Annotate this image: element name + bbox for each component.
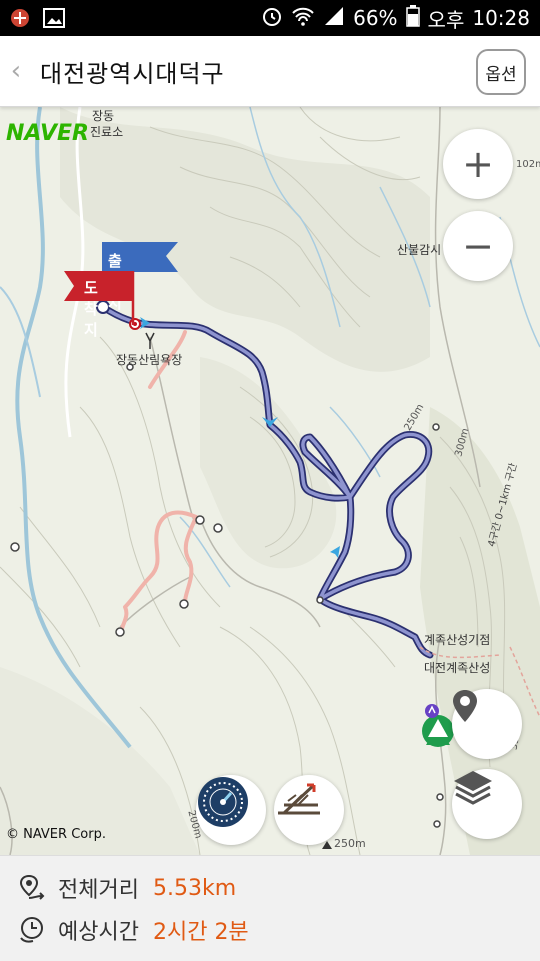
app-notification-icon bbox=[8, 7, 32, 29]
time-row: 예상시간 2시간 2분 bbox=[18, 914, 249, 946]
title-bar: ‹ 대전광역시대덕구 옵션 bbox=[0, 36, 540, 107]
location-pin-icon bbox=[453, 690, 477, 722]
layers-icon bbox=[454, 771, 492, 805]
options-button[interactable]: 옵션 bbox=[476, 49, 526, 95]
zoom-out-button[interactable]: − bbox=[443, 211, 513, 281]
map-view[interactable]: NAVER 장동 진료소 장동산림욕장 산불감시 계족산성기점 대전계족산성 1… bbox=[0, 107, 540, 855]
back-button[interactable]: ‹ bbox=[2, 36, 30, 106]
chevron-left-icon: ‹ bbox=[10, 56, 22, 86]
distance-label: 전체거리 bbox=[58, 878, 139, 903]
status-bar: 66% 오후 10:28 bbox=[0, 0, 540, 36]
battery-percent: 66% bbox=[353, 6, 398, 30]
minus-icon: − bbox=[462, 224, 494, 268]
map-label-forest: 장동산림욕장 bbox=[116, 353, 183, 367]
speed-button[interactable] bbox=[196, 775, 266, 845]
distance-value: 5.53km bbox=[152, 875, 237, 901]
map-label-sanbul: 산불감시 bbox=[397, 243, 442, 257]
signal-icon bbox=[323, 6, 345, 31]
elevation-profile-button[interactable] bbox=[274, 775, 344, 845]
map-label-jangdong: 장동 bbox=[92, 109, 115, 123]
zoom-in-button[interactable]: + bbox=[443, 129, 513, 199]
map-label-fortress: 대전계족산성 bbox=[424, 661, 491, 675]
elevation-250-b: 250m bbox=[334, 837, 366, 850]
map-label-fortress-start: 계족산성기점 bbox=[424, 633, 491, 647]
distance-row: 전체거리 5.53km bbox=[18, 872, 236, 904]
speedometer-icon bbox=[198, 777, 248, 827]
time-value: 2시간 2분 bbox=[152, 920, 249, 945]
gallery-notification-icon bbox=[42, 7, 66, 29]
elevation-102: 102m bbox=[516, 159, 540, 170]
route-summary-panel: 전체거리 5.53km 예상시간 2시간 2분 bbox=[0, 855, 540, 961]
route-distance-icon bbox=[18, 873, 48, 903]
plus-icon: + bbox=[462, 142, 494, 186]
wifi-icon bbox=[291, 6, 315, 31]
elevation-chart-icon bbox=[278, 783, 320, 815]
time-label: 예상시간 bbox=[58, 920, 139, 945]
map-layers-button[interactable] bbox=[452, 769, 522, 839]
naver-logo: NAVER bbox=[6, 121, 89, 146]
alarm-icon bbox=[261, 5, 283, 32]
end-flag-label: 도착지 bbox=[84, 279, 98, 339]
clock-time: 10:28 bbox=[472, 6, 530, 30]
my-location-button[interactable] bbox=[452, 689, 522, 759]
page-title: 대전광역시대덕구 bbox=[40, 59, 225, 88]
clock-icon bbox=[18, 915, 48, 945]
battery-icon bbox=[405, 4, 420, 32]
clock-period: 오후 bbox=[427, 7, 465, 32]
map-copyright: © NAVER Corp. bbox=[6, 827, 106, 842]
map-label-clinic: 진료소 bbox=[90, 125, 124, 139]
